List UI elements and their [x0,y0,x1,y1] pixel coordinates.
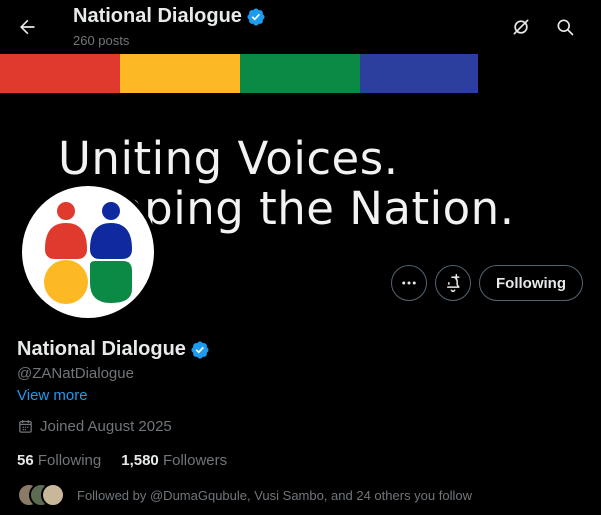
arrow-left-icon [20,19,35,35]
followers-label: Followers [162,452,228,469]
following-count-link[interactable]: 56 Following [17,452,101,469]
followed-by-row[interactable]: Followed by @DumaGqubule, Vusi Sambo, an… [17,483,472,507]
search-icon [557,19,574,36]
following-label: Following [37,452,102,469]
avatar[interactable] [18,182,158,322]
followers-count: 1,580 [121,452,159,469]
verified-badge-icon[interactable] [190,340,210,360]
joined-date: Joined August 2025 [17,418,172,435]
stripe-red [0,54,120,93]
top-bar: National Dialogue 260 posts [0,0,601,54]
more-icon [402,281,416,285]
stripe-blue [360,54,478,93]
followed-by-text: Followed by @DumaGqubule, Vusi Sambo, an… [77,487,472,503]
grok-button[interactable] [505,11,537,43]
banner-text-line-1: Uniting Voices. [58,132,399,185]
posts-count: 260 posts [73,33,130,48]
more-options-button[interactable] [391,265,427,301]
stripe-green [240,54,360,93]
calendar-icon [19,420,32,433]
stripe-yellow [120,54,240,93]
back-button[interactable] [11,11,43,43]
header-title: National Dialogue [73,5,242,27]
profile-name: National Dialogue [17,338,186,360]
profile-handle: @ZANatDialogue [17,365,134,382]
grok-icon [513,19,529,35]
followers-count-link[interactable]: 1,580 Followers [121,452,227,469]
mutual-avatar [41,483,65,507]
mutual-avatars [17,483,65,507]
following-count: 56 [17,452,34,469]
national-dialogue-logo-icon [44,202,132,304]
profile-name-row: National Dialogue [17,338,210,361]
following-button[interactable]: Following [479,265,583,301]
header-title-row: National Dialogue [73,5,266,28]
avatar-logo [22,186,154,318]
verified-badge-icon [247,7,265,26]
view-more-link[interactable]: View more [17,387,88,404]
search-button[interactable] [549,11,581,43]
bell-plus-icon [447,273,460,293]
follow-stats: 56 Following 1,580 Followers [17,452,227,469]
notifications-button[interactable] [435,265,471,301]
joined-text: Joined August 2025 [40,418,172,435]
banner-stripes [0,54,478,93]
